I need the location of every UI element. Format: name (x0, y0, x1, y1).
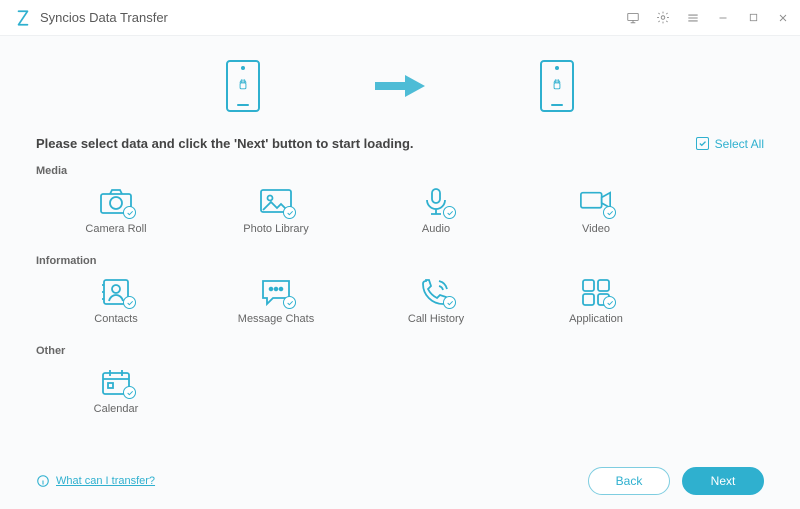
next-button[interactable]: Next (682, 467, 764, 495)
instruction-text: Please select data and click the 'Next' … (36, 136, 414, 151)
target-device-icon (540, 60, 574, 112)
device-status-icon[interactable] (626, 11, 640, 25)
select-all-label: Select All (715, 137, 764, 151)
titlebar: Syncios Data Transfer (0, 0, 800, 36)
item-video[interactable]: Video (516, 183, 676, 241)
source-device-icon (226, 60, 260, 112)
apps-icon (579, 277, 613, 307)
camera-icon (99, 187, 133, 217)
back-button[interactable]: Back (588, 467, 670, 495)
close-icon[interactable] (776, 11, 790, 25)
item-audio[interactable]: Audio (356, 183, 516, 241)
item-label: Camera Roll (85, 223, 146, 235)
item-calendar[interactable]: Calendar (36, 363, 196, 421)
item-label: Message Chats (238, 313, 314, 325)
mic-icon (419, 187, 453, 217)
section-label-other: Other (36, 345, 764, 357)
settings-icon[interactable] (656, 11, 670, 25)
help-link-label: What can I transfer? (56, 475, 155, 487)
video-icon (579, 187, 613, 217)
item-label: Calendar (94, 403, 139, 415)
section-label-information: Information (36, 255, 764, 267)
item-label: Call History (408, 313, 464, 325)
device-transfer-graphic (36, 36, 764, 130)
information-items: Contacts Message Chats Call History Appl… (36, 273, 764, 331)
app-title: Syncios Data Transfer (40, 10, 168, 25)
other-items: Calendar (36, 363, 764, 421)
help-link[interactable]: What can I transfer? (36, 474, 155, 488)
chat-icon (259, 277, 293, 307)
arrow-right-icon (370, 72, 430, 100)
item-message-chats[interactable]: Message Chats (196, 273, 356, 331)
section-label-media: Media (36, 165, 764, 177)
item-application[interactable]: Application (516, 273, 676, 331)
item-label: Audio (422, 223, 450, 235)
item-label: Video (582, 223, 610, 235)
item-label: Photo Library (243, 223, 308, 235)
photo-icon (259, 187, 293, 217)
item-photo-library[interactable]: Photo Library (196, 183, 356, 241)
phone-icon (419, 277, 453, 307)
info-icon (36, 474, 50, 488)
item-call-history[interactable]: Call History (356, 273, 516, 331)
minimize-icon[interactable] (716, 11, 730, 25)
select-all-checkbox[interactable]: Select All (696, 137, 764, 151)
menu-icon[interactable] (686, 11, 700, 25)
item-label: Contacts (94, 313, 137, 325)
media-items: Camera Roll Photo Library Audio Video (36, 183, 764, 241)
item-camera-roll[interactable]: Camera Roll (36, 183, 196, 241)
footer: What can I transfer? Back Next (0, 453, 800, 509)
item-label: Application (569, 313, 623, 325)
calendar-icon (99, 367, 133, 397)
checkbox-icon (696, 137, 709, 150)
app-logo-icon (14, 9, 32, 27)
contact-icon (99, 277, 133, 307)
item-contacts[interactable]: Contacts (36, 273, 196, 331)
maximize-icon[interactable] (746, 11, 760, 25)
